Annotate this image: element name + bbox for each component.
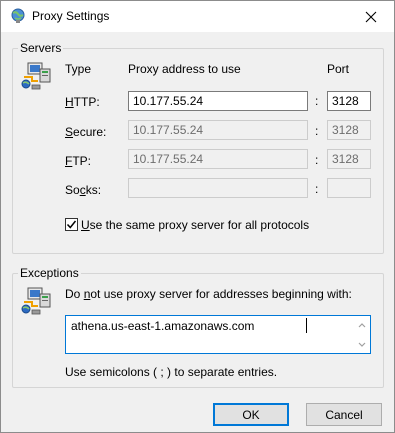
type-column-header: Type (65, 62, 92, 76)
socks-colon: : (315, 182, 319, 196)
exceptions-textarea[interactable]: athena.us-east-1.amazonaws.com (65, 315, 371, 354)
http-colon: : (315, 94, 319, 108)
scroll-down-icon[interactable] (356, 339, 368, 351)
secure-colon: : (315, 124, 319, 138)
socks-label: Socks: (65, 183, 102, 197)
cancel-button[interactable]: Cancel (306, 403, 382, 426)
scroll-up-icon[interactable] (356, 319, 368, 331)
secure-port-input (327, 120, 371, 140)
same-proxy-label[interactable]: Use the same proxy server for all protoc… (81, 218, 309, 232)
ftp-label: FTP: (65, 154, 92, 168)
http-port-input[interactable] (327, 91, 371, 111)
title-bar: Proxy Settings (1, 1, 394, 32)
socks-address-input (128, 178, 308, 198)
secure-address-input (128, 120, 308, 140)
exceptions-instruction: Do not use proxy server for addresses be… (65, 287, 352, 301)
address-column-header: Proxy address to use (128, 62, 241, 76)
same-proxy-checkbox[interactable] (65, 218, 78, 231)
http-address-input[interactable] (128, 91, 308, 111)
text-caret (306, 318, 307, 333)
computer-network-icon (20, 286, 52, 318)
ftp-port-input (327, 149, 371, 169)
exceptions-hint: Use semicolons ( ; ) to separate entries… (65, 365, 278, 379)
globe-network-icon (10, 8, 26, 24)
checkmark-icon (66, 220, 77, 229)
exceptions-value: athena.us-east-1.amazonaws.com (71, 319, 255, 333)
proxy-settings-dialog: Proxy Settings Servers Type Proxy addres… (0, 0, 395, 433)
secure-label: Secure: (65, 125, 107, 139)
window-title: Proxy Settings (32, 9, 110, 23)
http-label: HTTP: (65, 95, 100, 109)
port-column-header: Port (327, 62, 350, 76)
servers-legend: Servers (18, 41, 64, 55)
exceptions-legend: Exceptions (18, 266, 81, 280)
ftp-colon: : (315, 153, 319, 167)
close-button[interactable] (348, 1, 394, 32)
ftp-address-input (128, 149, 308, 169)
computer-network-icon (20, 61, 52, 93)
close-icon (365, 11, 377, 22)
socks-port-input (327, 178, 371, 198)
ok-button[interactable]: OK (213, 403, 289, 426)
